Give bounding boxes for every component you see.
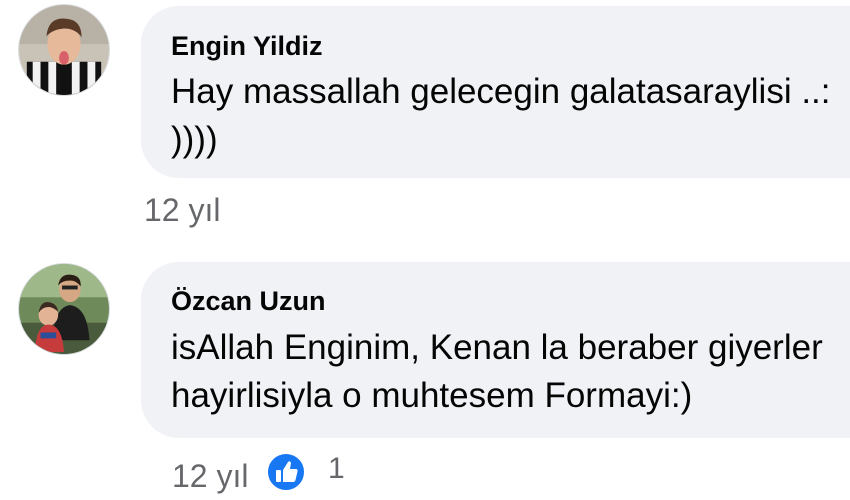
comment-thread: Engin Yildiz Hay massallah gelecegin gal… (0, 0, 850, 500)
comment-timestamp[interactable]: 12 yıl (144, 192, 220, 229)
comment-timestamp[interactable]: 12 yıl (172, 458, 248, 495)
reaction-count[interactable]: 1 (328, 452, 345, 486)
comment-author[interactable]: Özcan Uzun (171, 286, 326, 317)
comment-author[interactable]: Engin Yildiz (171, 31, 323, 62)
comment-bubble: Özcan Uzun isAllah Enginim, Kenan la ber… (141, 262, 850, 438)
like-icon[interactable] (266, 452, 306, 492)
avatar-engin-yildiz[interactable] (18, 4, 110, 96)
comment-text-line: )))) (171, 120, 218, 159)
comment-text-line: Hay massallah gelecegin galatasaraylisi … (171, 72, 831, 111)
comment-text-line: hayirlisiyla o muhtesem Formayi:) (171, 376, 693, 415)
comment-text-line: isAllah Enginim, Kenan la beraber giyerl… (171, 328, 823, 367)
comment-bubble: Engin Yildiz Hay massallah gelecegin gal… (141, 6, 850, 178)
avatar-ozcan-uzun[interactable] (18, 263, 110, 355)
